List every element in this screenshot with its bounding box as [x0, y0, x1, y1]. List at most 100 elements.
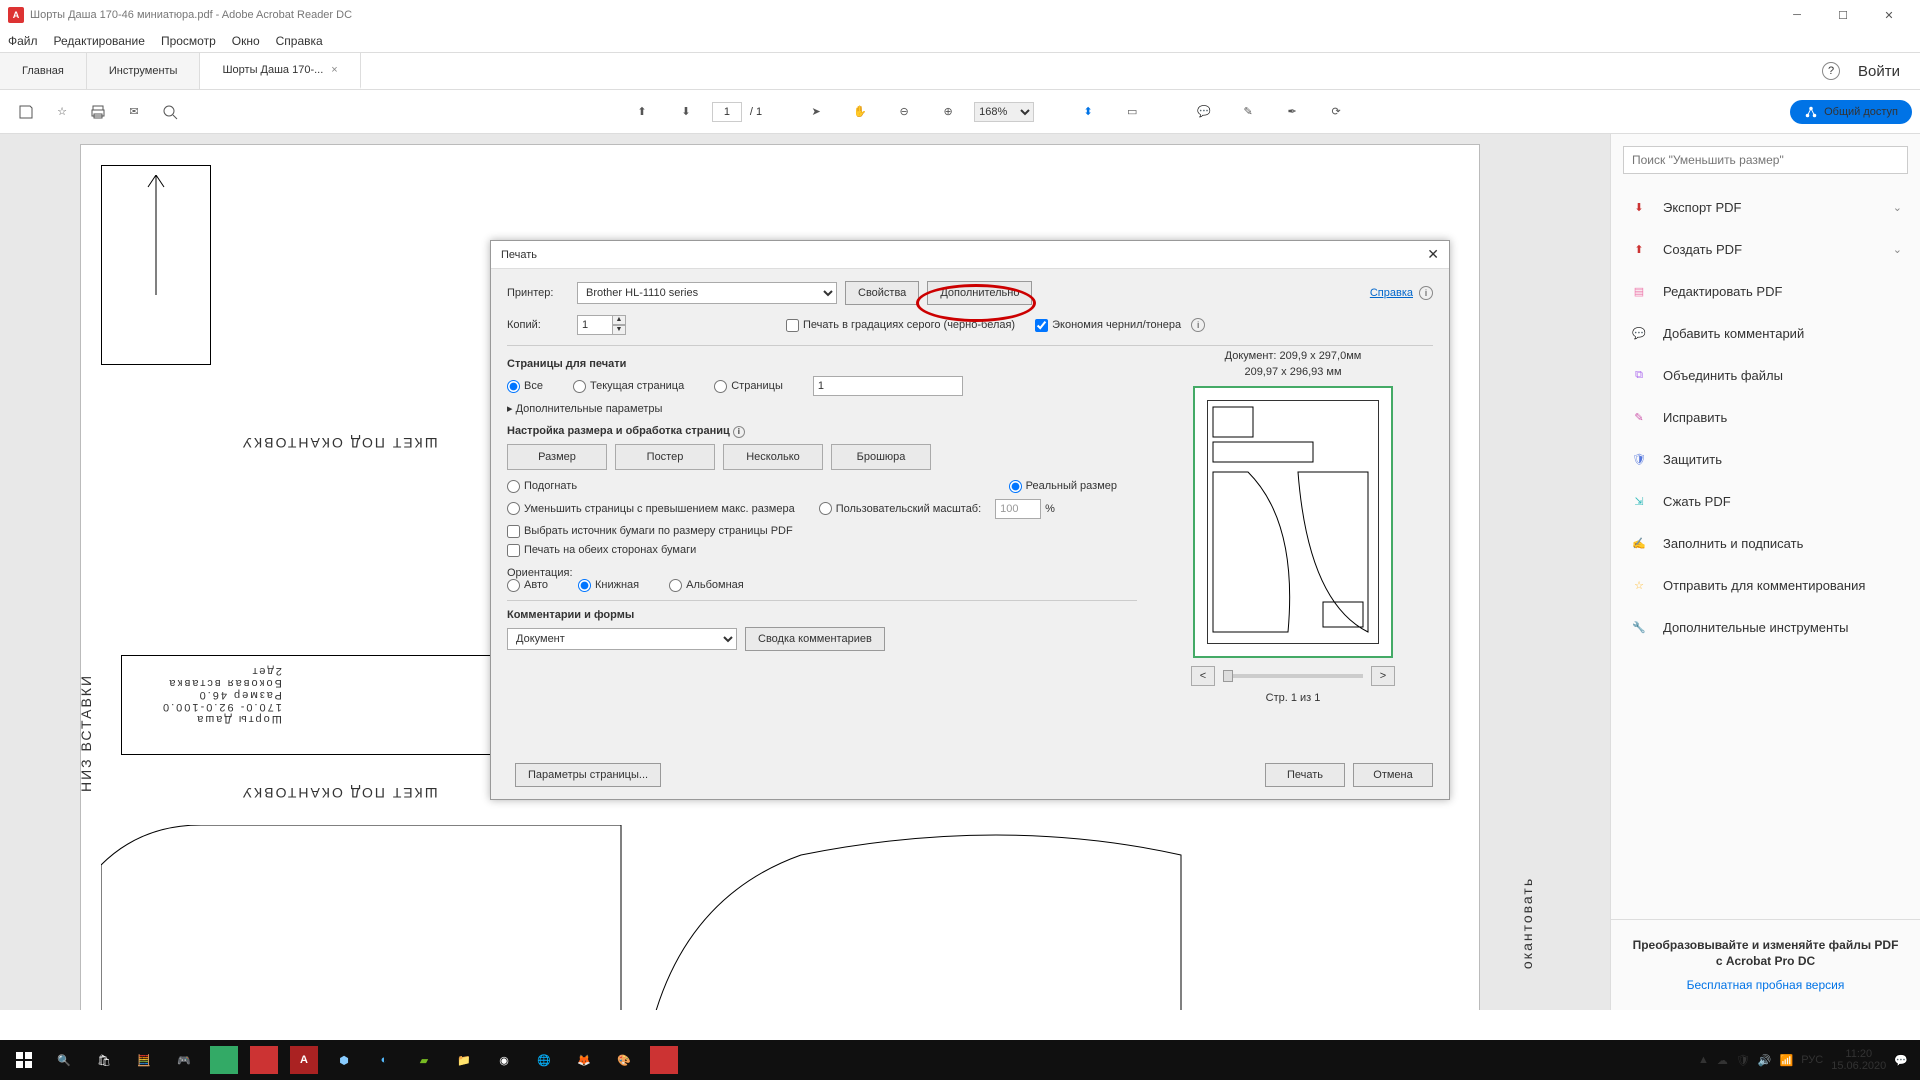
preview-next-button[interactable]: > — [1371, 666, 1395, 686]
radio-landscape[interactable]: Альбомная — [669, 579, 744, 592]
radio-auto[interactable]: Авто — [507, 579, 548, 592]
tray-icon[interactable]: 🔊 — [1758, 1054, 1772, 1067]
minimize-button[interactable]: ─ — [1774, 0, 1820, 30]
radio-custom[interactable]: Пользовательский масштаб: — [819, 502, 981, 515]
calculator-icon[interactable]: 🧮 — [124, 1040, 164, 1080]
cancel-button[interactable]: Отмена — [1353, 763, 1433, 787]
firefox-icon[interactable]: 🦊 — [564, 1040, 604, 1080]
eco-checkbox[interactable]: Экономия чернил/тонера — [1035, 319, 1181, 332]
close-tab-icon[interactable]: × — [331, 64, 337, 76]
fit-page-icon[interactable]: ▭ — [1120, 100, 1144, 124]
chrome-icon[interactable]: 🌐 — [524, 1040, 564, 1080]
tray-icon[interactable]: ▲ — [1698, 1054, 1709, 1066]
help-link[interactable]: Справка — [1370, 287, 1413, 299]
grayscale-checkbox[interactable]: Печать в градациях серого (черно-белая) — [786, 319, 1015, 332]
tab-booklet[interactable]: Брошюра — [831, 444, 931, 470]
app-icon-4[interactable]: ⬢ — [324, 1040, 364, 1080]
help-icon[interactable]: ? — [1822, 62, 1840, 80]
taskbar-clock[interactable]: 11:20 15.06.2020 — [1831, 1048, 1886, 1072]
tray-icon[interactable]: 📶 — [1780, 1054, 1794, 1067]
fit-width-icon[interactable]: ⬍ — [1076, 100, 1100, 124]
app-icon-1[interactable] — [210, 1046, 238, 1074]
more-params-toggle[interactable]: ▸ Дополнительные параметры — [507, 403, 662, 415]
explorer-icon[interactable]: 📁 — [444, 1040, 484, 1080]
info-icon[interactable]: i — [1191, 318, 1205, 332]
tab-multiple[interactable]: Несколько — [723, 444, 823, 470]
dialog-close-button[interactable]: ✕ — [1427, 246, 1439, 263]
page-down-icon[interactable]: ⬇ — [674, 100, 698, 124]
preview-prev-button[interactable]: < — [1191, 666, 1215, 686]
zoom-select[interactable]: 168% — [974, 102, 1034, 122]
tool-protect[interactable]: 🛡Защитить — [1611, 438, 1920, 480]
trial-link[interactable]: Бесплатная пробная версия — [1629, 978, 1902, 992]
star-icon[interactable]: ☆ — [50, 100, 74, 124]
menu-view[interactable]: Просмотр — [161, 34, 216, 48]
store-icon[interactable]: 🛍 — [84, 1040, 124, 1080]
copies-input[interactable] — [577, 315, 613, 335]
radio-current[interactable]: Текущая страница — [573, 380, 684, 393]
pointer-icon[interactable]: ➤ — [804, 100, 828, 124]
close-button[interactable]: ✕ — [1866, 0, 1912, 30]
search-taskbar-icon[interactable]: 🔍 — [44, 1040, 84, 1080]
duplex-checkbox[interactable]: Печать на обеих сторонах бумаги — [507, 544, 1137, 557]
radio-actual[interactable]: Реальный размер — [1009, 480, 1117, 493]
hand-icon[interactable]: ✋ — [848, 100, 872, 124]
menu-window[interactable]: Окно — [232, 34, 260, 48]
highlight-icon[interactable]: ✎ — [1236, 100, 1260, 124]
print-icon[interactable] — [86, 100, 110, 124]
info-icon[interactable]: i — [1419, 286, 1433, 300]
start-button[interactable] — [4, 1040, 44, 1080]
paper-source-checkbox[interactable]: Выбрать источник бумаги по размеру стран… — [507, 525, 1137, 538]
tool-redact[interactable]: ✎Исправить — [1611, 396, 1920, 438]
radio-all[interactable]: Все — [507, 380, 543, 393]
tool-more[interactable]: 🔧Дополнительные инструменты — [1611, 606, 1920, 648]
zoom-in-icon[interactable]: ⊕ — [936, 100, 960, 124]
sign-icon[interactable]: ✒ — [1280, 100, 1304, 124]
tool-compress[interactable]: ⇲Сжать PDF — [1611, 480, 1920, 522]
tab-document[interactable]: Шорты Даша 170-...× — [200, 53, 360, 89]
save-icon[interactable] — [14, 100, 38, 124]
tray-icon[interactable]: 🛡 — [1736, 1054, 1750, 1067]
page-number-input[interactable] — [712, 102, 742, 122]
radio-shrink[interactable]: Уменьшить страницы с превышением макс. р… — [507, 502, 795, 515]
page-up-icon[interactable]: ⬆ — [630, 100, 654, 124]
steam-icon[interactable]: ◉ — [484, 1040, 524, 1080]
zoom-out-icon[interactable]: ⊖ — [892, 100, 916, 124]
tool-edit-pdf[interactable]: ▤Редактировать PDF — [1611, 270, 1920, 312]
tab-size[interactable]: Размер — [507, 444, 607, 470]
properties-button[interactable]: Свойства — [845, 281, 919, 305]
info-icon[interactable]: i — [733, 426, 745, 438]
tab-home[interactable]: Главная — [0, 53, 87, 89]
app-icon-7[interactable]: 🎨 — [604, 1040, 644, 1080]
printer-select[interactable]: Brother HL-1110 series — [577, 282, 837, 304]
page-setup-button[interactable]: Параметры страницы... — [515, 763, 661, 787]
comment-icon[interactable]: 💬 — [1192, 100, 1216, 124]
xbox-icon[interactable]: 🎮 — [164, 1040, 204, 1080]
app-icon-6[interactable]: ▰ — [404, 1040, 444, 1080]
page-range-input[interactable] — [813, 376, 963, 396]
app-icon-2[interactable] — [250, 1046, 278, 1074]
radio-range[interactable]: Страницы — [714, 380, 783, 393]
menu-file[interactable]: Файл — [8, 34, 38, 48]
tool-send-comment[interactable]: ☆Отправить для комментирования — [1611, 564, 1920, 606]
tool-fill-sign[interactable]: ✍Заполнить и подписать — [1611, 522, 1920, 564]
tab-tools[interactable]: Инструменты — [87, 53, 201, 89]
custom-scale-input[interactable] — [995, 499, 1041, 519]
advanced-button[interactable]: Дополнительно — [927, 281, 1032, 305]
tool-create-pdf[interactable]: ⬆Создать PDF⌄ — [1611, 228, 1920, 270]
more-tools-icon[interactable]: ⟳ — [1324, 100, 1348, 124]
search-icon[interactable] — [158, 100, 182, 124]
tools-search-input[interactable] — [1623, 146, 1908, 174]
copies-down[interactable]: ▼ — [612, 325, 626, 335]
radio-fit[interactable]: Подогнать — [507, 480, 577, 493]
comments-summary-button[interactable]: Сводка комментариев — [745, 627, 885, 651]
print-button[interactable]: Печать — [1265, 763, 1345, 787]
tool-export-pdf[interactable]: ⬇Экспорт PDF⌄ — [1611, 186, 1920, 228]
share-button[interactable]: Общий доступ — [1790, 100, 1912, 124]
menu-edit[interactable]: Редактирование — [54, 34, 145, 48]
radio-portrait[interactable]: Книжная — [578, 579, 639, 592]
tray-icon[interactable]: ☁ — [1717, 1054, 1728, 1067]
acrobat-taskbar-icon[interactable] — [650, 1046, 678, 1074]
menu-help[interactable]: Справка — [276, 34, 323, 48]
tool-combine[interactable]: ⧉Объединить файлы — [1611, 354, 1920, 396]
